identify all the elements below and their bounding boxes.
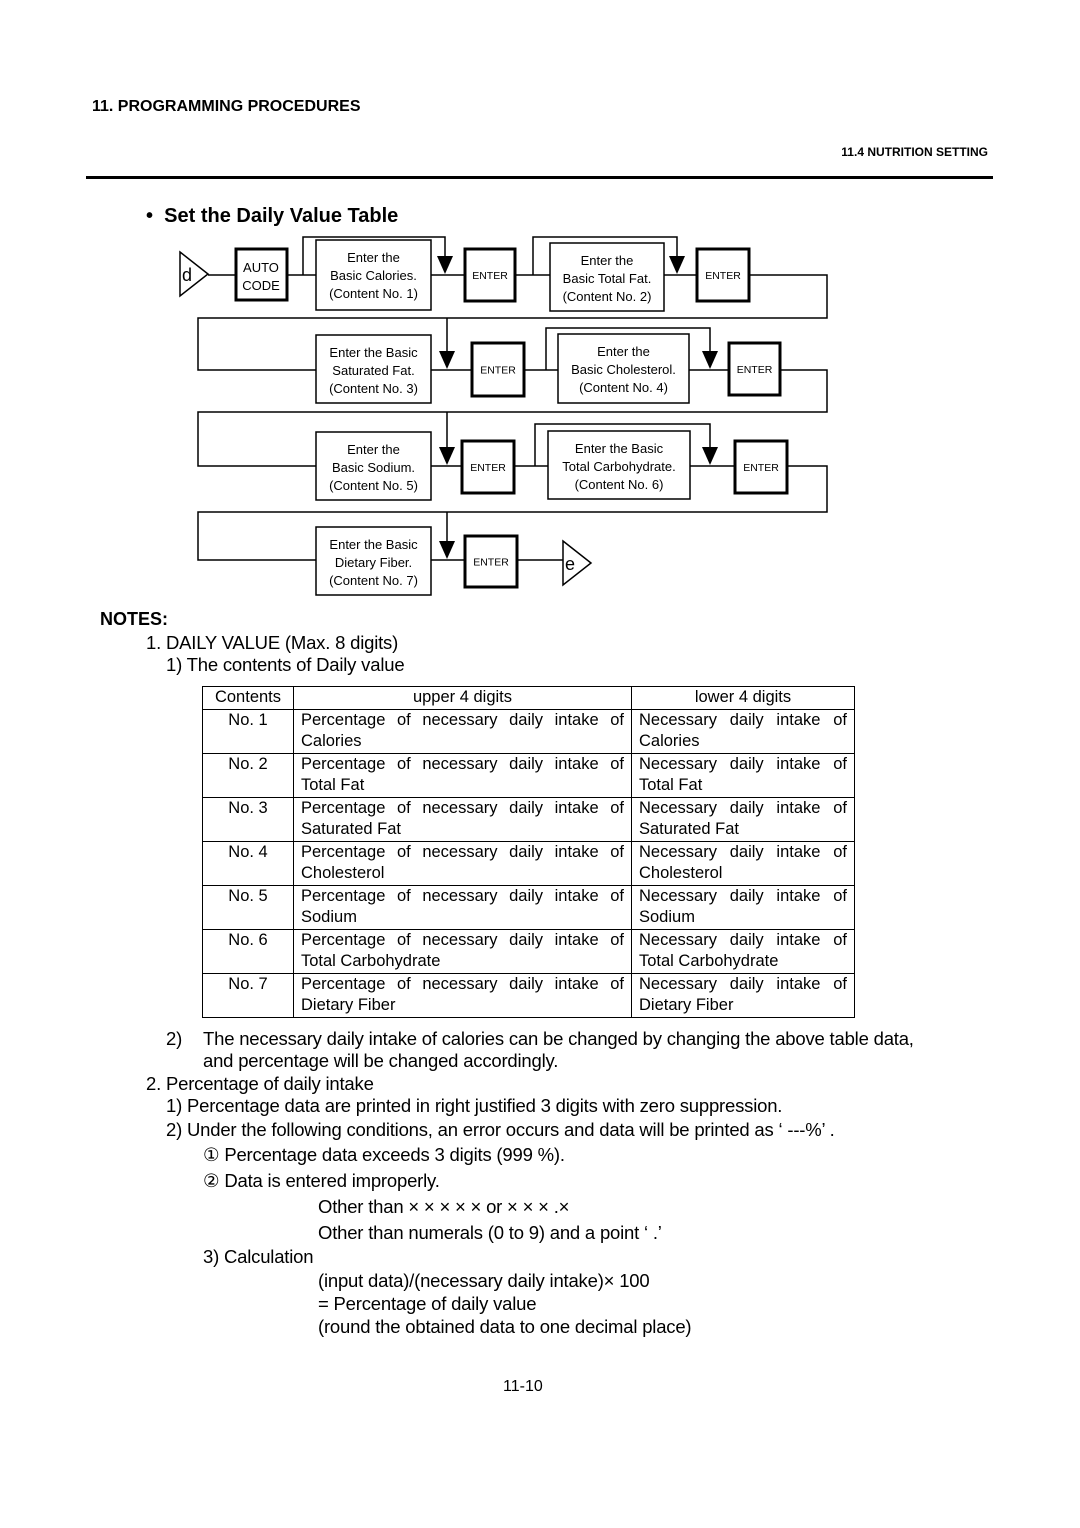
calc-result: = Percentage of daily value [318,1293,537,1314]
contents-cell: No. 3 [202,797,294,842]
step-label: (Content No. 3) [329,381,418,396]
auto-code-label: AUTO [243,260,279,275]
note-1-1: 1) The contents of Daily value [166,654,405,675]
arrow-down-icon [439,447,455,465]
step-label: (Content No. 1) [329,286,418,301]
enter-key-label: ENTER [705,270,741,282]
note-2-1: 1) Percentage data are printed in right … [166,1095,783,1116]
note-1: 1. DAILY VALUE (Max. 8 digits) [146,632,399,653]
contents-cell: No. 6 [202,929,294,974]
step-label: Basic Total Fat. [563,271,652,286]
table-row: No. 5 Percentage of necessary daily intak… [202,885,855,930]
condition-2-b: Other than numerals (0 to 9) and a point… [318,1222,662,1243]
step-label: Basic Calories. [330,268,417,283]
enter-key-label: ENTER [472,270,508,282]
step-label: Total Carbohydrate. [562,459,675,474]
daily-value-table: Contents upper 4 digits lower 4 digits No.… [202,686,855,1018]
table-row: No. 2 Percentage of necessary daily intak… [202,753,855,798]
enter-key-label: ENTER [470,462,506,474]
lower-digits-cell: Necessary daily intake of Dietary Fiber [631,973,855,1018]
table-row: No. 1 Percentage of necessary daily intak… [202,709,855,754]
lower-digits-cell: Necessary daily intake of Sodium [631,885,855,930]
step-label: Enter the [597,344,650,359]
step-label: Enter the Basic [329,345,418,360]
arrow-down-icon [702,351,718,369]
table-header-row: Contents upper 4 digits lower 4 digits [202,686,855,710]
column-header: upper 4 digits [293,686,632,710]
table-row: No. 6 Percentage of necessary daily intak… [202,929,855,974]
note-1-2-line2: and percentage will be changed according… [203,1050,559,1071]
upper-digits-cell: Percentage of necessary daily intake of … [293,973,632,1018]
page-number: 11-10 [503,1378,543,1395]
step-label: Basic Sodium. [332,460,415,475]
arrow-down-icon [669,256,685,274]
step-label: Enter the Basic [329,537,418,552]
upper-digits-cell: Percentage of necessary daily intake of … [293,929,632,974]
condition-1: ① Percentage data exceeds 3 digits (999 … [203,1144,565,1165]
contents-cell: No. 1 [202,709,294,754]
lower-digits-cell: Necessary daily intake of Total Fat [631,753,855,798]
column-header: Contents [202,686,294,710]
end-connector-label: e [565,554,575,574]
condition-2: ② Data is entered improperly. [203,1170,440,1191]
contents-cell: No. 5 [202,885,294,930]
step-label: (Content No. 6) [575,477,664,492]
notes-heading: NOTES: [100,609,169,629]
step-label: Basic Cholesterol. [571,362,676,377]
step-label: Enter the Basic [575,441,664,456]
contents-cell: No. 2 [202,753,294,798]
start-connector-label: d [182,265,192,285]
table-row: No. 3 Percentage of necessary daily intak… [202,797,855,842]
note-2: 2. Percentage of daily intake [146,1073,374,1094]
step-label: Saturated Fat. [332,363,414,378]
flowchart: d AUTO CODE Enter the Basic Calories. (Conten… [179,236,828,596]
note-1-2-number: 2) [166,1028,183,1049]
condition-2-a: Other than × × × × × or × × × .× [318,1196,570,1217]
step-label: Enter the [347,250,400,265]
upper-digits-cell: Percentage of necessary daily intake of … [293,709,632,754]
lower-digits-cell: Necessary daily intake of Total Carbohyd… [631,929,855,974]
step-label: (Content No. 7) [329,573,418,588]
enter-key-label: ENTER [480,365,516,377]
upper-digits-cell: Percentage of necessary daily intake of … [293,753,632,798]
table-row: No. 4 Percentage of necessary daily intak… [202,841,855,886]
step-label: (Content No. 2) [563,289,652,304]
upper-digits-cell: Percentage of necessary daily intake of … [293,885,632,930]
note-2-3: 3) Calculation [203,1246,314,1267]
enter-key-label: ENTER [473,557,509,569]
step-label: (Content No. 5) [329,478,418,493]
note-2-2: 2) Under the following conditions, an er… [166,1119,835,1140]
upper-digits-cell: Percentage of necessary daily intake of … [293,797,632,842]
contents-cell: No. 4 [202,841,294,886]
arrow-down-icon [437,256,453,274]
column-header: lower 4 digits [631,686,855,710]
upper-digits-cell: Percentage of necessary daily intake of … [293,841,632,886]
enter-key-label: ENTER [737,364,773,376]
lower-digits-cell: Necessary daily intake of Saturated Fat [631,797,855,842]
enter-key-label: ENTER [743,462,779,474]
table-row: No. 7 Percentage of necessary daily intak… [202,973,855,1018]
arrow-down-icon [439,541,455,559]
step-label: (Content No. 4) [579,380,668,395]
contents-cell: No. 7 [202,973,294,1018]
lower-digits-cell: Necessary daily intake of Calories [631,709,855,754]
arrow-down-icon [702,447,718,465]
auto-code-label: CODE [242,278,280,293]
calc-formula: (input data)/(necessary daily intake)× 1… [318,1270,650,1291]
step-label: Enter the [581,253,634,268]
calc-rounding: (round the obtained data to one decimal … [318,1316,692,1337]
arrow-down-icon [439,351,455,369]
step-label: Enter the [347,442,400,457]
note-1-2-line1: The necessary daily intake of calories c… [203,1028,914,1049]
lower-digits-cell: Necessary daily intake of Cholesterol [631,841,855,886]
step-label: Dietary Fiber. [335,555,412,570]
